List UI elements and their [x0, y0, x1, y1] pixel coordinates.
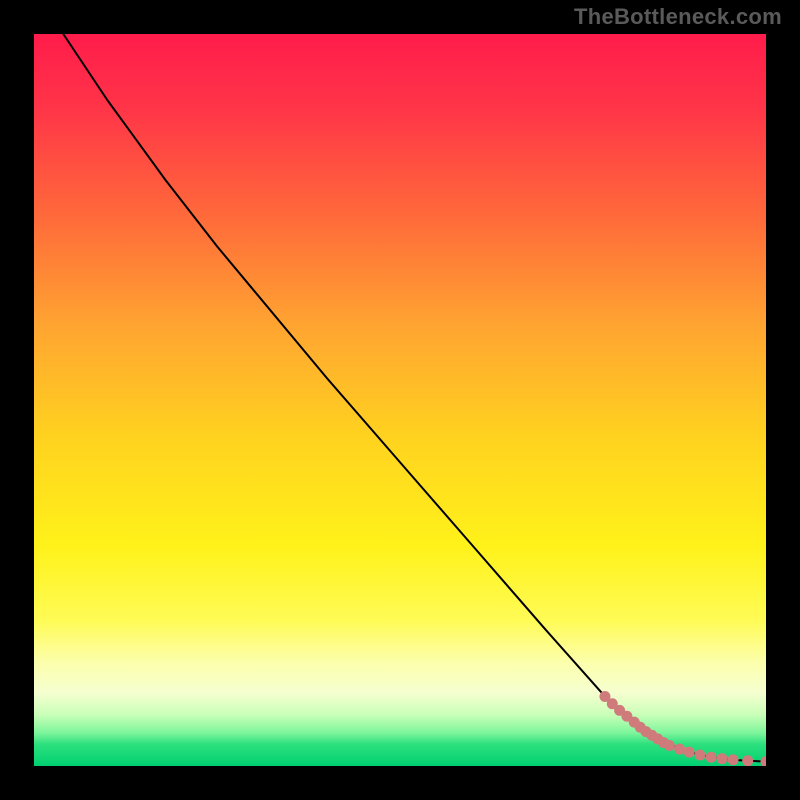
marker-point	[695, 750, 706, 761]
marker-point	[664, 740, 675, 751]
chart-overlay	[34, 34, 766, 766]
attribution-text: TheBottleneck.com	[574, 4, 782, 30]
marker-point	[761, 756, 767, 766]
marker-point	[717, 753, 728, 764]
marker-point	[742, 755, 753, 766]
curve-path	[63, 34, 766, 762]
marker-point	[706, 752, 717, 763]
marker-point	[684, 747, 695, 758]
plot-area	[34, 34, 766, 766]
marker-point	[674, 744, 685, 755]
marker-point	[728, 754, 739, 765]
chart-frame: TheBottleneck.com	[0, 0, 800, 800]
